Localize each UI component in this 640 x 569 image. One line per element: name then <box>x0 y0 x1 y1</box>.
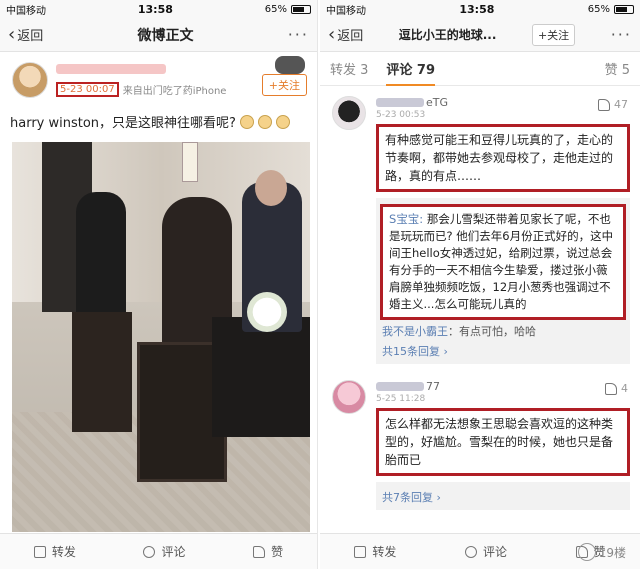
status-bar: 中国移动 13:58 65% <box>0 0 317 18</box>
comment-button[interactable]: 评论 <box>464 543 507 560</box>
comment-icon <box>143 545 156 558</box>
reply-text: ：有点可怕，哈哈 <box>448 325 536 338</box>
watermark-text: 19楼 <box>598 545 626 560</box>
follow-button[interactable]: +关注 <box>261 74 307 96</box>
page-title: 逗比小王的地球... <box>398 28 497 42</box>
repost-button[interactable]: 转发 <box>354 543 396 560</box>
right-screenshot: 中国移动 13:58 65% ‹ 返回 逗比小王的地球... +关注 ··· 转发… <box>320 0 640 569</box>
comment-username[interactable]: eTG <box>376 94 630 110</box>
comment-like-button[interactable]: 4 <box>605 382 628 395</box>
battery-icon <box>614 4 634 14</box>
comment-time: 5-23 00:53 <box>376 110 426 120</box>
post-meta: 5-23 00:07 来自出门吃了药iPhone <box>56 82 226 97</box>
username-suffix: eTG <box>426 95 449 109</box>
status-bar: 中国移动 13:58 65% <box>320 0 640 18</box>
repost-icon <box>33 545 46 558</box>
repost-label: 转发 <box>51 545 76 559</box>
more-menu-button[interactable]: ··· <box>611 25 632 44</box>
battery-percent: 65% <box>264 3 287 15</box>
post-text: harry winston，只是这眼神往哪看呢? <box>10 116 236 131</box>
sticker-icon <box>275 56 305 74</box>
reply-item: S宝宝: 那会儿雪梨还带着见家长了呢，不也是玩玩而已? 他们去年6月份正式好的，… <box>380 204 626 320</box>
repost-button[interactable]: 转发 <box>33 543 76 560</box>
battery-percent: 65% <box>587 3 610 15</box>
avatar[interactable] <box>332 380 366 414</box>
avatar[interactable] <box>332 96 366 130</box>
page-title: 微博正文 <box>137 27 194 44</box>
comment-label: 评论 <box>482 545 507 559</box>
carrier: 中国移动 <box>6 5 46 17</box>
comment-icon <box>464 545 477 558</box>
like-button[interactable]: 赞 <box>253 543 283 560</box>
photo-chair-left <box>72 312 132 432</box>
nav-bar: ‹ 返回 逗比小王的地球... +关注 ··· <box>320 18 640 52</box>
like-count: 4 <box>621 382 628 395</box>
thumb-up-icon <box>605 382 617 395</box>
photo-person-right-head <box>255 170 287 206</box>
comment-time: 5-25 11:28 <box>376 394 426 404</box>
reply-text: 那会儿雪梨还带着见家长了呢，不也是玩玩而已? 他们去年6月份正式好的，这中间王h… <box>389 212 614 311</box>
comment-text: 怎么样都无法想象王思聪会喜欢逗的这种类型的，好尴尬。雪梨在的时候，她也只是备胎而… <box>376 408 630 476</box>
watermark-logo-icon <box>577 543 596 561</box>
comment-item: 77 5-25 11:28 4 怎么样都无法想象王思聪会喜欢逗的这种类型的，好尴… <box>320 370 640 516</box>
chevron-left-icon: ‹ <box>328 23 336 45</box>
tab-repost[interactable]: 转发 3 <box>330 59 368 78</box>
more-menu-button[interactable]: ··· <box>288 25 309 44</box>
avatar[interactable] <box>12 62 48 98</box>
tab-like[interactable]: 赞 5 <box>605 59 630 78</box>
left-screenshot: 中国移动 13:58 65% ‹ 返回 微博正文 ··· 5-23 00:07 来… <box>0 0 318 569</box>
follow-button[interactable]: +关注 <box>531 23 576 46</box>
action-bar: 转发 评论 赞 <box>0 533 317 569</box>
reply-username[interactable]: 我不是小霸王 <box>382 325 448 338</box>
tab-comment[interactable]: 评论 79 <box>386 59 436 86</box>
post-text-row: harry winston，只是这眼神往哪看呢? <box>0 108 317 135</box>
repost-icon <box>354 545 367 558</box>
comment-button[interactable]: 评论 <box>143 543 185 560</box>
more-replies-link[interactable]: 共15条回复 › <box>382 344 624 360</box>
comment-tabs: 转发 3 评论 79 赞 5 <box>320 52 640 86</box>
chevron-left-icon: ‹ <box>8 23 16 45</box>
watermark: 19楼 <box>577 543 626 561</box>
comment-like-button[interactable]: 47 <box>598 98 628 111</box>
username-blurred <box>376 381 424 391</box>
comment-item: eTG 5-23 00:53 47 有种感觉可能王和豆得儿玩真的了，走心的节奏啊… <box>320 86 640 370</box>
back-button[interactable]: ‹ 返回 <box>8 25 43 44</box>
thumb-up-icon <box>598 98 610 111</box>
back-button[interactable]: ‹ 返回 <box>328 25 363 44</box>
post-header: 5-23 00:07 来自出门吃了药iPhone +关注 <box>0 52 317 108</box>
back-label: 返回 <box>17 29 44 44</box>
nav-bar: ‹ 返回 微博正文 ··· <box>0 18 317 52</box>
status-time: 13:58 <box>137 2 173 16</box>
repost-label: 转发 <box>372 545 397 559</box>
thumb-up-icon <box>253 545 266 558</box>
username-suffix: 77 <box>426 379 440 393</box>
post-timestamp: 5-23 00:07 <box>56 82 119 97</box>
photo-person-left <box>76 192 126 322</box>
post-photo[interactable] <box>12 142 310 532</box>
comment-label: 评论 <box>161 545 186 559</box>
comment-username[interactable]: 77 <box>376 378 630 394</box>
photo-window <box>182 142 198 182</box>
username-blurred <box>376 97 424 107</box>
back-label: 返回 <box>337 29 364 44</box>
emoji-icon <box>239 114 254 129</box>
reply-list: 共7条回复 › <box>376 482 630 510</box>
reply-username-tail[interactable]: 宝宝: <box>396 212 423 226</box>
emoji-icon <box>257 114 272 129</box>
reply-item: 我不是小霸王：有点可怕，哈哈 <box>382 324 624 340</box>
emoji-icon <box>275 114 290 129</box>
photo-flowers <box>247 292 287 332</box>
like-label: 赞 <box>271 545 284 559</box>
post-source: 来自出门吃了药iPhone <box>122 86 227 97</box>
carrier: 中国移动 <box>326 5 366 17</box>
more-replies-link[interactable]: 共7条回复 › <box>382 490 624 506</box>
reply-list: S宝宝: 那会儿雪梨还带着见家长了呢，不也是玩玩而已? 他们去年6月份正式好的，… <box>376 198 630 364</box>
username-blurred[interactable] <box>56 64 166 74</box>
comment-text: 有种感觉可能王和豆得儿玩真的了，走心的节奏啊，都带她去参观母校了，走他走过的路，… <box>376 124 630 192</box>
status-time: 13:58 <box>459 2 495 16</box>
like-count: 47 <box>614 98 628 111</box>
battery-icon <box>291 4 311 14</box>
photo-desk <box>212 317 310 437</box>
